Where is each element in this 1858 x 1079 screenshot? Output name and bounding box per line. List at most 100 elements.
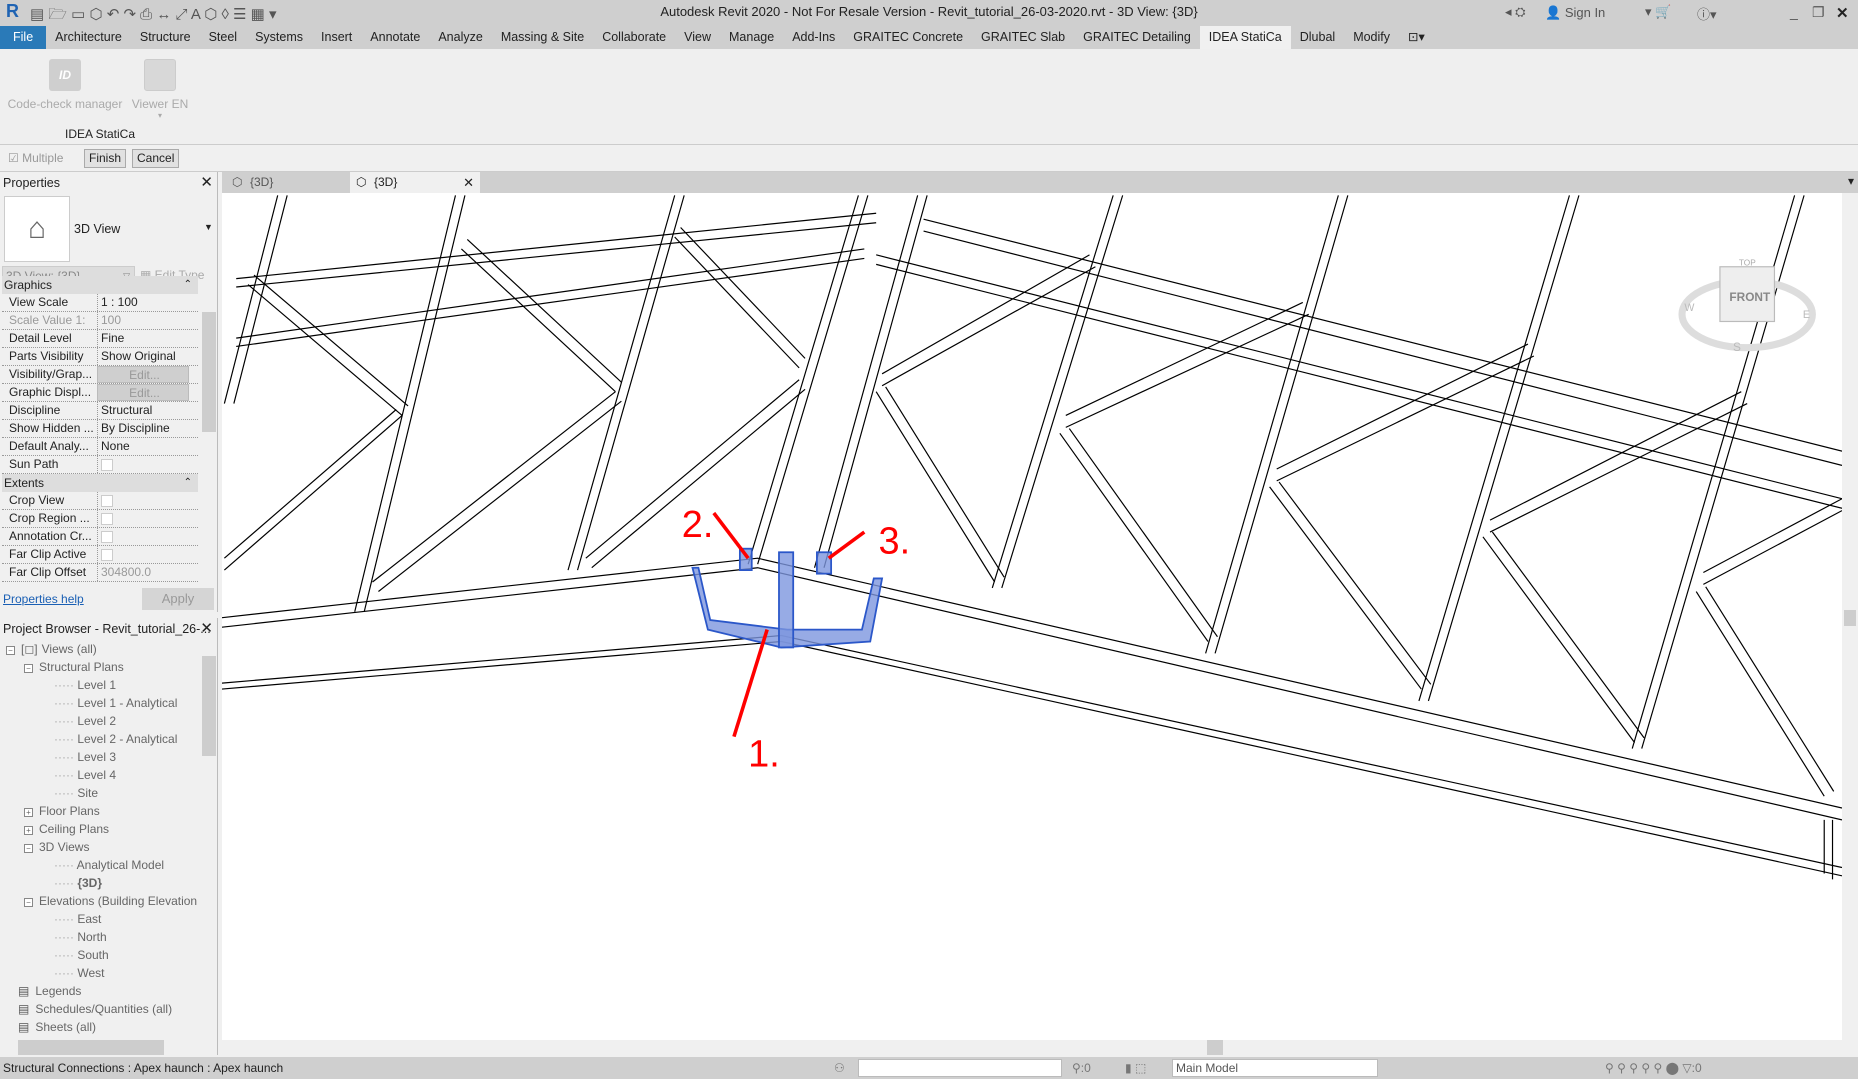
cancel-button[interactable]: Cancel	[132, 149, 180, 168]
checkbox[interactable]	[101, 513, 113, 525]
viewer-en-button[interactable]: Viewer EN ▾	[130, 59, 190, 120]
apply-button[interactable]: Apply	[142, 588, 214, 610]
expand-icon[interactable]: +	[24, 808, 33, 817]
property-row[interactable]: Annotation Cr...	[2, 528, 198, 546]
menu-tab-analyze[interactable]: Analyze	[429, 26, 491, 49]
menu-tab-idea-statica[interactable]: IDEA StatiCa	[1199, 26, 1291, 49]
property-value[interactable]: None	[97, 438, 189, 455]
viewcube-top[interactable]: TOP	[1739, 258, 1756, 268]
menu-tab-view[interactable]: View	[675, 26, 720, 49]
property-row[interactable]: Sun Path	[2, 456, 198, 474]
browser-item[interactable]: ····· West	[54, 966, 104, 980]
property-value[interactable]: Fine	[97, 330, 189, 347]
browser-hscrollbar[interactable]	[0, 1040, 202, 1055]
property-row[interactable]: Far Clip Active	[2, 546, 198, 564]
checkbox[interactable]	[101, 549, 113, 561]
menu-tab-insert[interactable]: Insert	[312, 26, 361, 49]
browser-item[interactable]: ····· Level 1 - Analytical	[54, 696, 177, 710]
tab-3d-1[interactable]: ⬡ {3D}	[226, 172, 350, 193]
viewcube[interactable]: FRONT TOP W E S	[1678, 258, 1816, 355]
collapse-icon[interactable]: ⌃	[184, 474, 192, 492]
collapse-icon[interactable]: ⌃	[184, 276, 192, 294]
browser-item[interactable]: ····· East	[54, 912, 101, 926]
3d-viewport[interactable]: 1. 2. 3. FRONT TOP W E S	[222, 193, 1842, 1040]
property-row[interactable]: Show Hidden ... By Discipline	[2, 420, 198, 438]
collapse-icon[interactable]: −	[24, 664, 33, 673]
menu-tab-architecture[interactable]: Architecture	[46, 26, 131, 49]
design-option-dropdown[interactable]: Main Model	[1172, 1059, 1378, 1077]
section-graphics[interactable]: Graphics ⌃	[2, 276, 198, 294]
browser-item[interactable]: ····· North	[54, 930, 107, 944]
property-value[interactable]	[97, 528, 189, 545]
browser-item[interactable]: ▤ Legends	[6, 984, 81, 998]
checkbox[interactable]	[101, 495, 113, 507]
menu-tab-systems[interactable]: Systems	[246, 26, 312, 49]
menu-tab-add-ins[interactable]: Add-Ins	[783, 26, 844, 49]
browser-item[interactable]: − [◻] Views (all)	[6, 642, 97, 656]
property-row[interactable]: Scale Value 1: 100	[2, 312, 198, 330]
properties-help-link[interactable]: Properties help	[3, 592, 84, 606]
property-row[interactable]: Graphic Displ... Edit...	[2, 384, 198, 402]
browser-item[interactable]: ▤ Schedules/Quantities (all)	[6, 1002, 172, 1016]
checkbox[interactable]	[101, 459, 113, 471]
help-icon[interactable]: ⓘ▾	[1697, 4, 1717, 23]
type-dropdown-icon[interactable]: ▼	[204, 222, 213, 232]
property-row[interactable]: Parts Visibility Show Original	[2, 348, 198, 366]
browser-item[interactable]: ····· Analytical Model	[54, 858, 164, 872]
finish-button[interactable]: Finish	[84, 149, 127, 168]
restore-button[interactable]: ❐	[1812, 4, 1825, 21]
section-extents[interactable]: Extents ⌃	[2, 474, 198, 492]
tab-menu-icon[interactable]: ▾	[1848, 174, 1854, 188]
menu-tab-manage[interactable]: Manage	[720, 26, 783, 49]
browser-item[interactable]: ····· Level 2	[54, 714, 116, 728]
property-value[interactable]	[97, 510, 189, 527]
property-row[interactable]: Crop View	[2, 492, 198, 510]
property-value[interactable]: Edit...	[97, 384, 189, 401]
browser-item[interactable]: ▤ Sheets (all)	[6, 1020, 96, 1034]
worksets-icon[interactable]: ⚇	[834, 1057, 845, 1079]
minimize-button[interactable]: _	[1790, 4, 1798, 20]
menu-tab-massing-site[interactable]: Massing & Site	[492, 26, 593, 49]
browser-item[interactable]: ····· {3D}	[54, 876, 102, 890]
property-value[interactable]: Structural	[97, 402, 189, 419]
browser-item[interactable]: ····· South	[54, 948, 109, 962]
viewport-hscrollbar[interactable]	[222, 1040, 1842, 1055]
tab-3d-2[interactable]: ⬡ {3D} ✕	[350, 172, 480, 193]
close-icon[interactable]: ✕	[200, 618, 213, 640]
menu-tab-collaborate[interactable]: Collaborate	[593, 26, 675, 49]
browser-item[interactable]: ····· Level 2 - Analytical	[54, 732, 177, 746]
collapse-icon[interactable]: −	[6, 646, 15, 655]
property-value[interactable]: 100	[97, 312, 189, 329]
property-row[interactable]: Crop Region ...	[2, 510, 198, 528]
property-row[interactable]: Discipline Structural	[2, 402, 198, 420]
browser-item[interactable]: − Elevations (Building Elevation	[24, 894, 197, 908]
menu-tab-dlubal[interactable]: Dlubal	[1291, 26, 1344, 49]
property-row[interactable]: Default Analy... None	[2, 438, 198, 456]
collapse-icon[interactable]: −	[24, 898, 33, 907]
menu-tab-graitec-slab[interactable]: GRAITEC Slab	[972, 26, 1074, 49]
close-tab-icon[interactable]: ✕	[463, 172, 474, 193]
browser-item[interactable]: + Floor Plans	[24, 804, 100, 818]
property-row[interactable]: Detail Level Fine	[2, 330, 198, 348]
property-value[interactable]: Edit...	[97, 366, 189, 383]
viewcube-front[interactable]: FRONT	[1729, 290, 1771, 304]
browser-item[interactable]: ····· Level 3	[54, 750, 116, 764]
ribbon-minimize-icon[interactable]: ⊡▾	[1399, 26, 1434, 49]
sign-in-link[interactable]: 👤 Sign In	[1545, 5, 1605, 21]
menu-tab-file[interactable]: File	[0, 26, 47, 49]
browser-vscrollbar[interactable]	[202, 640, 216, 1040]
property-value[interactable]	[97, 546, 189, 563]
property-value[interactable]	[97, 456, 189, 473]
property-value[interactable]: 1 : 100	[97, 294, 189, 311]
property-row[interactable]: View Scale 1 : 100	[2, 294, 198, 312]
close-icon[interactable]: ✕	[200, 172, 213, 194]
menu-tab-graitec-detailing[interactable]: GRAITEC Detailing	[1074, 26, 1200, 49]
property-value[interactable]: By Discipline	[97, 420, 189, 437]
browser-item[interactable]: − Structural Plans	[24, 660, 124, 674]
property-row[interactable]: Far Clip Offset 304800.0	[2, 564, 198, 582]
browser-item[interactable]: + Ceiling Plans	[24, 822, 109, 836]
checkbox[interactable]	[101, 531, 113, 543]
menu-tab-modify[interactable]: Modify	[1344, 26, 1399, 49]
editable-only-icon[interactable]: ⚲:0	[1072, 1057, 1091, 1079]
property-row[interactable]: Visibility/Grap... Edit...	[2, 366, 198, 384]
